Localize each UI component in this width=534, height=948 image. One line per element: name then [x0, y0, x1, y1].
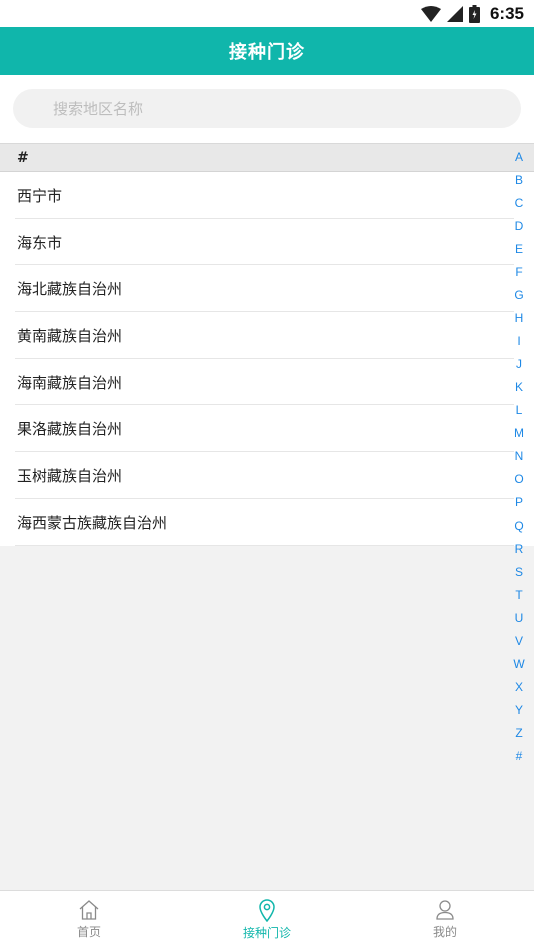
index-letter[interactable]: M — [504, 422, 534, 445]
index-letter[interactable]: L — [504, 399, 534, 422]
index-letter[interactable]: U — [504, 607, 534, 630]
index-letter[interactable]: O — [504, 468, 534, 491]
index-letter[interactable]: I — [504, 330, 534, 353]
wifi-icon — [420, 5, 441, 22]
bottom-nav: 首页 接种门诊 我的 — [0, 890, 534, 948]
index-letter[interactable]: F — [504, 261, 534, 284]
index-letter[interactable]: J — [504, 353, 534, 376]
index-letter[interactable]: G — [504, 284, 534, 307]
index-letter[interactable]: A — [504, 146, 534, 169]
index-letter[interactable]: S — [504, 561, 534, 584]
list-item[interactable]: 玉树藏族自治州 — [0, 452, 534, 499]
index-letter[interactable]: Z — [504, 722, 534, 745]
home-icon — [78, 899, 100, 921]
nav-item-profile[interactable]: 我的 — [356, 891, 534, 948]
index-letter[interactable]: W — [504, 653, 534, 676]
user-icon — [435, 899, 455, 921]
search-box[interactable] — [13, 89, 521, 128]
screen: 6:35 接种门诊 # 西宁市 海东市 海北藏族自治州 黄南藏族自治州 海南藏族… — [0, 0, 534, 948]
index-letter[interactable]: V — [504, 630, 534, 653]
region-list: 西宁市 海东市 海北藏族自治州 黄南藏族自治州 海南藏族自治州 果洛藏族自治州 … — [0, 172, 534, 546]
index-letter[interactable]: E — [504, 238, 534, 261]
index-letter[interactable]: P — [504, 491, 534, 514]
list-item[interactable]: 海东市 — [0, 219, 534, 266]
search-area — [0, 75, 534, 143]
nav-label: 我的 — [432, 925, 457, 939]
nav-item-clinics[interactable]: 接种门诊 — [178, 891, 356, 948]
page-title: 接种门诊 — [229, 42, 305, 63]
index-letter[interactable]: K — [504, 376, 534, 399]
index-letter[interactable]: X — [504, 676, 534, 699]
index-letter[interactable]: D — [504, 215, 534, 238]
index-letter[interactable]: Q — [504, 515, 534, 538]
nav-item-home[interactable]: 首页 — [0, 891, 178, 948]
alphabet-index-bar[interactable]: A B C D E F G H I J K L M N O P Q R S T … — [504, 146, 534, 768]
index-letter[interactable]: # — [504, 745, 534, 768]
index-letter[interactable]: T — [504, 584, 534, 607]
list-item[interactable]: 黄南藏族自治州 — [0, 312, 534, 359]
index-letter[interactable]: R — [504, 538, 534, 561]
list-item[interactable]: 海南藏族自治州 — [0, 359, 534, 406]
nav-label: 接种门诊 — [242, 926, 291, 940]
search-input[interactable] — [53, 99, 521, 118]
app-bar: 接种门诊 — [0, 27, 534, 75]
index-letter[interactable]: Y — [504, 699, 534, 722]
battery-icon — [468, 4, 480, 23]
index-letter[interactable]: C — [504, 192, 534, 215]
index-letter[interactable]: N — [504, 445, 534, 468]
location-pin-icon — [258, 898, 276, 922]
section-header: # — [0, 143, 534, 172]
status-time: 6:35 — [489, 3, 524, 23]
list-item[interactable]: 果洛藏族自治州 — [0, 405, 534, 452]
nav-label: 首页 — [76, 925, 101, 939]
list-item[interactable]: 海北藏族自治州 — [0, 265, 534, 312]
index-letter[interactable]: B — [504, 169, 534, 192]
signal-icon — [446, 5, 463, 22]
list-item[interactable]: 西宁市 — [0, 172, 534, 219]
index-letter[interactable]: H — [504, 307, 534, 330]
status-bar: 6:35 — [0, 0, 534, 27]
list-item[interactable]: 海西蒙古族藏族自治州 — [0, 499, 534, 546]
region-list-area: # 西宁市 海东市 海北藏族自治州 黄南藏族自治州 海南藏族自治州 果洛藏族自治… — [0, 143, 534, 546]
